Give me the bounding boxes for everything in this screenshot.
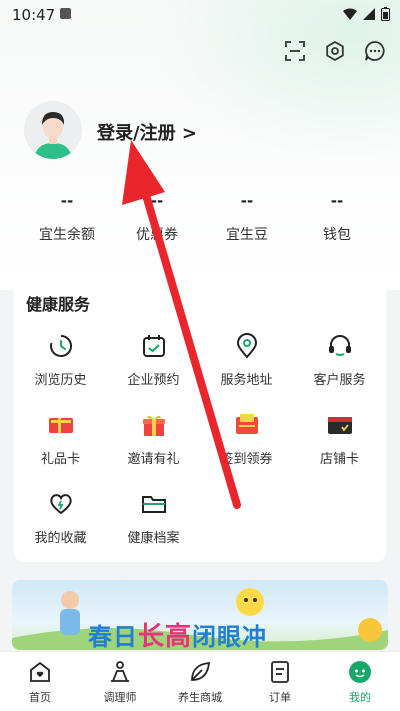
stat-label: 宜生余额 (39, 227, 95, 243)
service-label: 服务地址 (220, 373, 273, 388)
header-actions (284, 40, 386, 62)
avatar[interactable] (24, 101, 82, 159)
banner-text-a: 春日 (88, 623, 138, 650)
gift-card-icon (48, 418, 73, 433)
stat-value: -- (150, 192, 164, 210)
service-label: 客户服务 (313, 373, 366, 388)
login-register-link[interactable]: 登录/注册 > (97, 119, 197, 145)
status-right (343, 7, 390, 21)
nav-mine[interactable]: 我的 (320, 652, 400, 711)
status-time: 10:47 (12, 6, 56, 24)
stat-coupons[interactable]: -- 优惠券 (112, 192, 202, 244)
health-services-card: 健康服务 浏览历史 企业预约 服务地址 客户服务 礼品卡 邀请有礼 签到领券 店… (14, 277, 386, 562)
service-invite-gift[interactable]: 邀请有礼 (107, 412, 200, 467)
nav-label: 养生商城 (178, 691, 222, 704)
stat-value: -- (330, 192, 344, 210)
account-stats: -- 宜生余额 -- 优惠券 -- 宜生豆 -- 钱包 (0, 192, 400, 244)
signal-icon (363, 8, 375, 20)
section-title: 健康服务 (26, 295, 91, 314)
nav-mall[interactable]: 养生商城 (160, 652, 240, 711)
nav-therapist[interactable]: 调理师 (80, 652, 160, 711)
bottom-nav: 首页 调理师 养生商城 订单 我的 (0, 651, 400, 711)
stat-value: -- (240, 192, 254, 210)
service-favorites[interactable]: 我的收藏 (14, 491, 107, 546)
service-gift-card[interactable]: 礼品卡 (14, 412, 107, 467)
headset-icon (328, 335, 351, 356)
service-checkin-coupon[interactable]: 签到领券 (200, 412, 293, 467)
stat-balance[interactable]: -- 宜生余额 (22, 192, 112, 244)
settings-icon[interactable] (324, 40, 346, 62)
banner-text: 春日长高闭眼冲 (88, 616, 267, 650)
location-icon (236, 333, 257, 359)
calendar-icon (142, 335, 165, 357)
home-icon (30, 661, 50, 682)
status-bar: 10:47 (0, 0, 400, 30)
service-label: 浏览历史 (34, 373, 87, 388)
nav-label: 我的 (349, 691, 371, 704)
therapist-icon (111, 661, 129, 682)
nav-orders[interactable]: 订单 (240, 652, 320, 711)
service-label: 店铺卡 (319, 452, 359, 467)
profile-icon (349, 661, 371, 683)
order-icon (271, 661, 289, 683)
banner-text-b: 长高 (138, 622, 193, 650)
wifi-icon (343, 8, 357, 20)
banner-text-c: 闭眼冲 (192, 623, 268, 650)
service-label: 礼品卡 (40, 452, 80, 467)
promo-banner[interactable]: 春日长高闭眼冲 (12, 580, 388, 650)
nav-label: 首页 (29, 691, 51, 704)
service-health-records[interactable]: 健康档案 (107, 491, 200, 546)
nav-home[interactable]: 首页 (0, 652, 80, 711)
notification-icon (60, 8, 71, 19)
nav-label: 订单 (269, 691, 291, 704)
service-label: 邀请有礼 (127, 452, 180, 467)
stat-label: 优惠券 (136, 227, 178, 243)
stat-label: 钱包 (323, 227, 351, 243)
service-store-card[interactable]: 店铺卡 (293, 412, 386, 467)
service-label: 签到领券 (220, 452, 273, 467)
service-browsing-history[interactable]: 浏览历史 (14, 333, 107, 388)
nav-label: 调理师 (103, 691, 137, 704)
message-icon[interactable] (364, 40, 386, 62)
service-label: 健康档案 (127, 531, 180, 546)
checkin-coupon-icon (235, 414, 258, 434)
leaf-icon (191, 661, 211, 681)
avatar-icon (24, 101, 82, 159)
history-icon (49, 334, 72, 357)
folder-icon (141, 496, 166, 513)
stat-beans[interactable]: -- 宜生豆 (202, 192, 292, 244)
battery-icon (381, 7, 390, 21)
service-label: 我的收藏 (34, 531, 87, 546)
service-label: 企业预约 (127, 373, 180, 388)
store-card-icon (327, 417, 352, 434)
service-address[interactable]: 服务地址 (200, 333, 293, 388)
heart-icon (49, 494, 72, 515)
stat-wallet[interactable]: -- 钱包 (292, 192, 382, 244)
services-grid: 浏览历史 企业预约 服务地址 客户服务 礼品卡 邀请有礼 签到领券 店铺卡 我的… (14, 333, 386, 546)
stat-label: 宜生豆 (226, 227, 268, 243)
scan-icon[interactable] (284, 40, 306, 62)
service-customer-service[interactable]: 客户服务 (293, 333, 386, 388)
service-enterprise-booking[interactable]: 企业预约 (107, 333, 200, 388)
stat-value: -- (60, 192, 74, 210)
gift-box-icon (142, 415, 165, 436)
